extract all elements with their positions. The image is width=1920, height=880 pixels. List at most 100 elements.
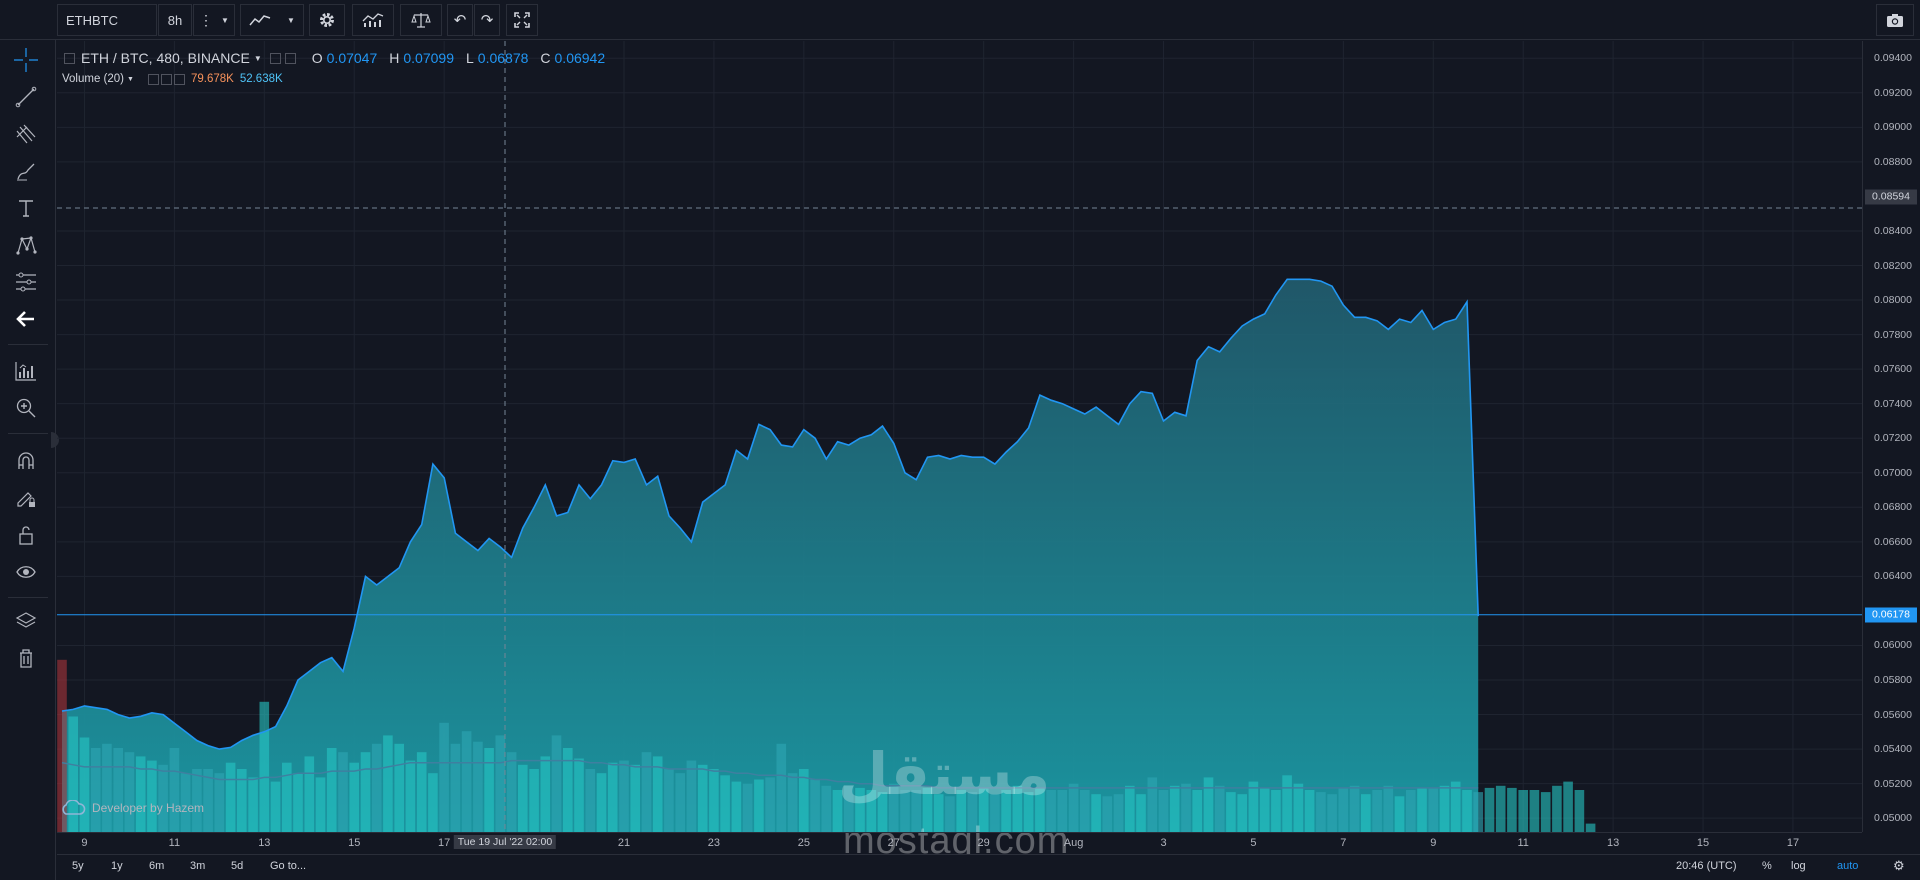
volume-bar: [450, 743, 461, 832]
redo-button[interactable]: ↷: [474, 4, 500, 36]
settings-icon[interactable]: [269, 52, 281, 64]
fullscreen-icon: [514, 12, 530, 28]
chevron-down-icon[interactable]: ▼: [254, 54, 262, 63]
long-position-tool[interactable]: [8, 354, 44, 388]
volume-bar: [315, 777, 326, 832]
symbol-search-input[interactable]: ETHBTC: [57, 4, 157, 36]
volume-bar: [1540, 792, 1551, 832]
long-position-icon: [15, 362, 36, 381]
chart-settings-button[interactable]: ⚙: [1893, 858, 1905, 874]
trend-line-tool[interactable]: [8, 80, 44, 114]
volume-bar: [596, 773, 607, 832]
range-5y-button[interactable]: 5y: [72, 860, 84, 872]
volume-bar: [1417, 787, 1427, 832]
interval-more-button[interactable]: ⋮ ▼: [193, 4, 235, 36]
volume-bar: [1361, 794, 1371, 832]
price-axis[interactable]: 0.09400 0.09200 0.09000 0.08800 0.08400 0.082…: [1862, 41, 1920, 832]
object-tree-tool[interactable]: [8, 604, 44, 638]
volume-bar: [1552, 785, 1562, 832]
volume-bar: [461, 731, 472, 832]
price-tick-label: 0.07800: [1874, 328, 1912, 341]
price-tick-label: 0.07200: [1874, 432, 1912, 445]
range-3m-button[interactable]: 3m: [190, 860, 205, 872]
crosshair-tool[interactable]: [8, 43, 44, 77]
goto-button[interactable]: Go to...: [270, 860, 306, 872]
volume-bar: [630, 764, 640, 832]
main-series-legend[interactable]: ETH / BTC, 480, BINANCE ▼ O 0.07047 H 0.07…: [64, 50, 613, 66]
volume-bar: [326, 748, 337, 832]
volume-bar: [1293, 783, 1304, 832]
pitchfork-icon: [16, 124, 36, 144]
fullscreen-button[interactable]: [506, 4, 538, 36]
utc-clock[interactable]: 20:46 (UTC): [1676, 860, 1737, 872]
pattern-tool[interactable]: [8, 228, 44, 262]
series-title: ETH / BTC, 480, BINANCE: [81, 50, 250, 66]
time-tick-label: 9: [1430, 837, 1437, 849]
volume-bar: [1259, 787, 1270, 832]
volume-bar: [113, 748, 123, 832]
log-scale-toggle[interactable]: log: [1791, 860, 1806, 872]
magnet-tool[interactable]: [8, 444, 44, 478]
trend-line-icon: [15, 86, 37, 108]
text-tool[interactable]: [8, 191, 44, 225]
settings-button[interactable]: [309, 4, 345, 36]
price-tick-label: 0.05400: [1874, 743, 1912, 756]
volume-bar: [1406, 790, 1416, 832]
zoom-in-tool[interactable]: [8, 391, 44, 425]
range-5d-button[interactable]: 5d: [231, 860, 243, 872]
volume-bar: [1372, 790, 1382, 832]
time-tick-label: 29: [977, 837, 990, 849]
volume-bar: [371, 743, 382, 832]
brush-icon: [17, 163, 35, 181]
interval-button[interactable]: 8h: [158, 4, 192, 36]
volume-bar: [551, 735, 562, 832]
hide-drawings-tool[interactable]: [8, 555, 44, 589]
volume-bar: [1068, 783, 1079, 832]
settings-icon[interactable]: [160, 73, 172, 85]
brush-tool[interactable]: [8, 154, 44, 188]
remove-drawings-tool[interactable]: [8, 641, 44, 675]
lock-drawing-tool[interactable]: [8, 481, 44, 515]
volume-bar: [1574, 790, 1585, 832]
volume-bar: [439, 722, 449, 832]
time-tick-label: 15: [1696, 837, 1710, 849]
indicators-icon: [362, 13, 384, 27]
lock-all-tool[interactable]: [8, 518, 44, 552]
time-axis[interactable]: 9111315172123252729Aug35791113151729Tue …: [57, 832, 1862, 854]
pitchfork-tool[interactable]: [8, 117, 44, 151]
price-chart[interactable]: [57, 41, 1862, 832]
measure-tool[interactable]: [8, 265, 44, 299]
volume-bar: [349, 762, 359, 832]
volume-bar: [540, 756, 551, 832]
volume-bar: [765, 777, 775, 832]
volume-bar: [124, 752, 135, 832]
close-icon[interactable]: [284, 52, 296, 64]
back-button[interactable]: [8, 302, 44, 336]
collapse-icon[interactable]: [64, 52, 75, 64]
volume-bar: [1450, 781, 1461, 832]
volume-legend[interactable]: Volume (20) ▼ 79.678K 52.638K: [62, 73, 283, 85]
indicators-button[interactable]: [352, 4, 394, 36]
volume-ma-value: 52.638K: [239, 73, 283, 85]
chevron-down-icon[interactable]: ▼: [127, 76, 134, 83]
undo-button[interactable]: ↶: [447, 4, 473, 36]
auto-scale-toggle[interactable]: auto: [1837, 860, 1858, 872]
last-price-label: 0.06178: [1865, 607, 1917, 623]
volume-bar: [259, 701, 270, 832]
measure-icon: [16, 272, 36, 292]
compare-button[interactable]: [400, 4, 442, 36]
snapshot-button[interactable]: [1876, 4, 1914, 36]
range-6m-button[interactable]: 6m: [149, 860, 164, 872]
time-tick-label: 23: [707, 837, 721, 849]
range-1y-button[interactable]: 1y: [111, 860, 123, 872]
volume-bar: [1147, 777, 1158, 832]
eye-icon[interactable]: [147, 73, 159, 85]
crosshair-price-label: 0.08594: [1865, 189, 1917, 205]
magnet-icon: [18, 452, 34, 469]
price-tick-label: 0.09200: [1874, 86, 1912, 99]
percent-scale-toggle[interactable]: %: [1762, 860, 1772, 872]
chart-style-button[interactable]: ▼: [240, 4, 304, 36]
price-tick-label: 0.06800: [1874, 501, 1912, 514]
volume-bar: [383, 735, 393, 832]
close-icon[interactable]: [173, 73, 185, 85]
